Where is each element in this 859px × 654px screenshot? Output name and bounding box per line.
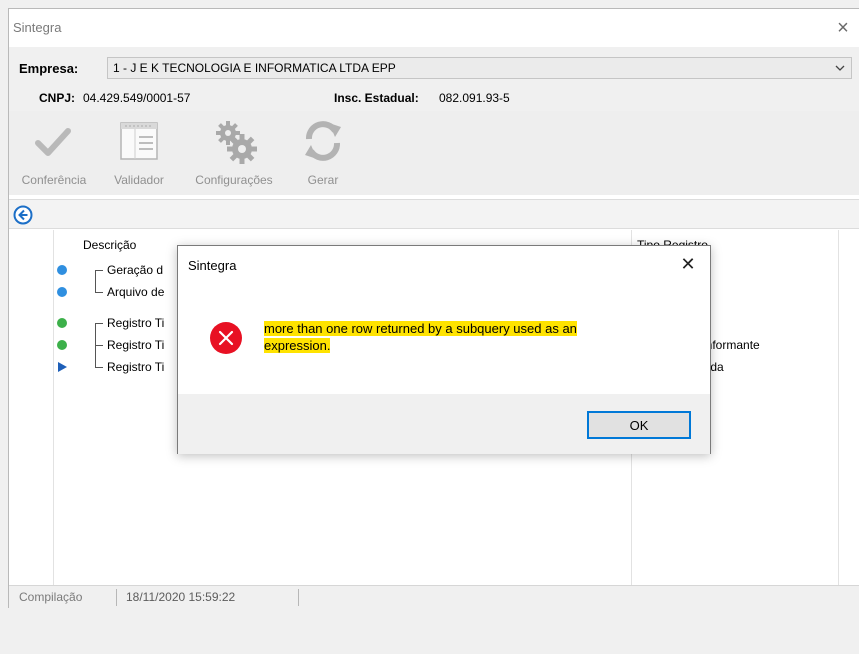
tree-line <box>95 345 103 346</box>
tree-line <box>95 323 103 324</box>
cnpj-value: 04.429.549/0001-57 <box>83 91 191 105</box>
status-dot-icon <box>57 287 67 297</box>
conferencia-label: Conferência <box>21 173 87 187</box>
tree-line <box>95 270 96 282</box>
validator-window-icon <box>120 122 158 160</box>
status-dot-icon <box>57 265 67 275</box>
error-icon <box>210 322 242 354</box>
title-bar: Sintegra × <box>9 9 859 47</box>
gears-icon <box>216 121 257 164</box>
dialog-close-button[interactable]: ✕ <box>676 252 700 276</box>
gerar-label: Gerar <box>307 173 339 187</box>
tree-line <box>95 292 103 293</box>
dialog-title: Sintegra <box>188 258 237 273</box>
cnpj-label: CNPJ: <box>39 91 76 105</box>
inscricao-estadual-value: 082.091.93-5 <box>439 91 510 105</box>
dialog-message-line-1: more than one row returned by a subquery… <box>264 321 577 336</box>
dialog-footer: OK <box>178 394 710 454</box>
dialog-message-line-2: expression. <box>264 338 331 353</box>
status-compilacao-label: Compilação <box>19 590 83 604</box>
conferencia-button[interactable]: Conferência <box>9 111 99 195</box>
status-separator <box>298 589 299 606</box>
dialog-message: more than one row returned by a subquery… <box>264 320 684 354</box>
window-title: Sintegra <box>13 20 62 35</box>
validador-label: Validador <box>114 173 164 187</box>
error-dialog: Sintegra ✕ more than one row returned by… <box>177 245 711 454</box>
configuracoes-label: Configurações <box>195 173 273 187</box>
window-close-button[interactable]: × <box>830 15 856 41</box>
row-descricao: Registro Ti <box>107 316 165 330</box>
empresa-panel: Empresa: 1 - J E K TECNOLOGIA E INFORMAT… <box>9 47 859 111</box>
tree-line <box>95 335 96 357</box>
row-descricao: Arquivo de <box>107 285 165 299</box>
inscricao-estadual-label: Insc. Estadual: <box>334 91 419 105</box>
refresh-icon <box>305 121 341 161</box>
chevron-down-icon <box>835 65 845 71</box>
status-dot-icon <box>57 318 67 328</box>
status-separator <box>116 589 117 606</box>
status-dot-icon <box>57 340 67 350</box>
navigation-strip <box>9 199 859 229</box>
tree-line <box>95 323 96 335</box>
empresa-label: Empresa: <box>19 61 79 76</box>
ok-button[interactable]: OK <box>587 411 691 439</box>
empresa-select[interactable]: 1 - J E K TECNOLOGIA E INFORMATICA LTDA … <box>107 57 852 79</box>
gerar-button[interactable]: Gerar <box>289 111 357 195</box>
configuracoes-button[interactable]: Configurações <box>181 111 287 195</box>
validador-button[interactable]: Validador <box>97 111 181 195</box>
row-descricao: Geração d <box>107 263 164 277</box>
current-row-arrow-icon <box>58 362 67 372</box>
tree-line <box>95 270 103 271</box>
checkmark-icon <box>35 128 71 156</box>
status-bar: Compilação 18/11/2020 15:59:22 <box>9 585 859 609</box>
row-descricao: Registro Ti <box>107 338 165 352</box>
tree-line <box>95 367 103 368</box>
column-header-descricao[interactable]: Descrição <box>83 238 136 252</box>
empresa-selected-value: 1 - J E K TECNOLOGIA E INFORMATICA LTDA … <box>113 61 396 75</box>
status-timestamp: 18/11/2020 15:59:22 <box>126 590 236 604</box>
row-descricao: Registro Ti <box>107 360 165 374</box>
back-arrow-icon[interactable] <box>13 205 33 225</box>
toolbar: Conferência Validador Configurações Gera… <box>9 111 859 195</box>
